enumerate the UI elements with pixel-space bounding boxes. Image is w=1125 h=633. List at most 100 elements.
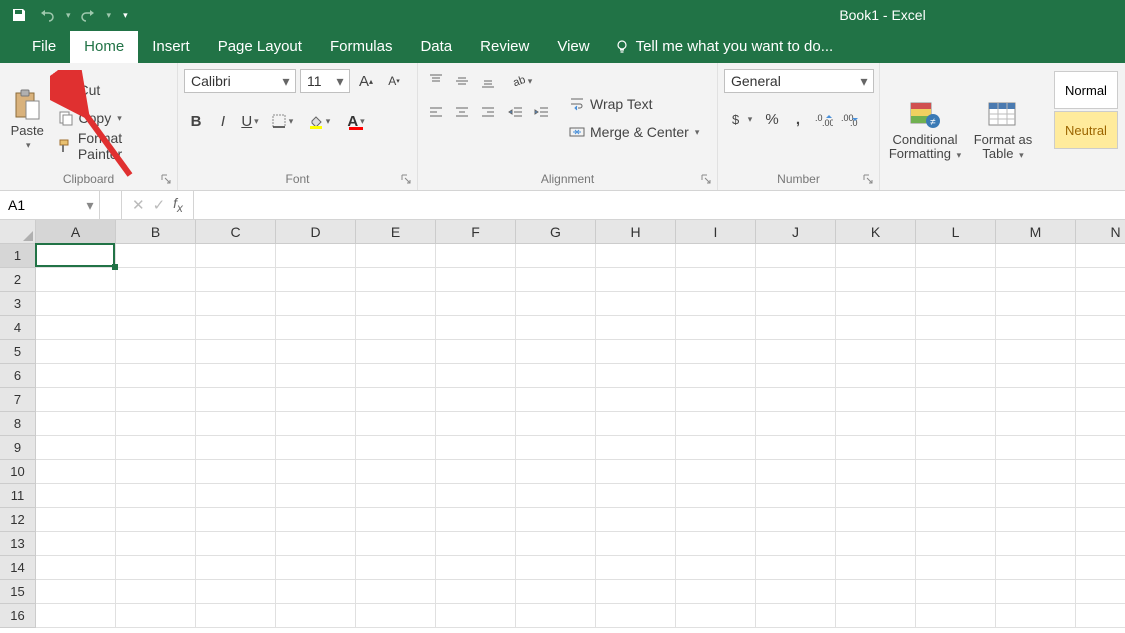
cell[interactable] — [196, 244, 276, 268]
cell[interactable] — [436, 604, 516, 628]
cell[interactable] — [276, 436, 356, 460]
cell[interactable] — [436, 364, 516, 388]
cell[interactable] — [676, 316, 756, 340]
cell[interactable] — [356, 580, 436, 604]
style-normal[interactable]: Normal — [1054, 71, 1118, 109]
cell[interactable] — [196, 412, 276, 436]
cell[interactable] — [1076, 460, 1125, 484]
cell[interactable] — [596, 556, 676, 580]
accounting-format-button[interactable]: $▾ — [724, 107, 758, 131]
cell[interactable] — [676, 532, 756, 556]
cell[interactable] — [516, 388, 596, 412]
cell[interactable] — [836, 556, 916, 580]
align-middle-button[interactable] — [450, 69, 474, 93]
align-top-button[interactable] — [424, 69, 448, 93]
column-header-J[interactable]: J — [756, 220, 836, 244]
cell[interactable] — [356, 436, 436, 460]
cell[interactable] — [996, 268, 1076, 292]
align-right-button[interactable] — [476, 101, 500, 125]
cell[interactable] — [516, 580, 596, 604]
cell[interactable] — [516, 460, 596, 484]
tab-home[interactable]: Home — [70, 31, 138, 63]
cell[interactable] — [516, 412, 596, 436]
cell[interactable] — [676, 460, 756, 484]
cell[interactable] — [596, 244, 676, 268]
cell[interactable] — [276, 412, 356, 436]
cell[interactable] — [756, 508, 836, 532]
name-box[interactable]: A1 ▾ — [0, 191, 100, 219]
cell[interactable] — [916, 484, 996, 508]
row-header-1[interactable]: 1 — [0, 244, 36, 268]
cell[interactable] — [1076, 340, 1125, 364]
cell[interactable] — [1076, 604, 1125, 628]
column-header-C[interactable]: C — [196, 220, 276, 244]
cell[interactable] — [36, 580, 116, 604]
cell[interactable] — [836, 412, 916, 436]
cell[interactable] — [116, 316, 196, 340]
cell[interactable] — [996, 412, 1076, 436]
italic-button[interactable]: I — [211, 109, 235, 133]
cell[interactable] — [356, 484, 436, 508]
cell[interactable] — [276, 460, 356, 484]
cell[interactable] — [196, 364, 276, 388]
cell[interactable] — [356, 268, 436, 292]
number-format-combo[interactable]: General▾ — [724, 69, 874, 93]
cell[interactable] — [276, 604, 356, 628]
cell[interactable] — [196, 436, 276, 460]
decrease-decimal-button[interactable]: .00.0 — [838, 107, 862, 131]
cell[interactable] — [356, 556, 436, 580]
conditional-formatting-button[interactable]: ≠ Conditional Formatting ▾ — [886, 67, 964, 190]
cell[interactable] — [836, 268, 916, 292]
cell[interactable] — [436, 388, 516, 412]
cell[interactable] — [916, 412, 996, 436]
align-left-button[interactable] — [424, 101, 448, 125]
cell[interactable] — [356, 532, 436, 556]
tab-data[interactable]: Data — [406, 31, 466, 63]
cell[interactable] — [436, 556, 516, 580]
cell[interactable] — [36, 484, 116, 508]
cell[interactable] — [196, 556, 276, 580]
bold-button[interactable]: B — [184, 109, 208, 133]
column-header-H[interactable]: H — [596, 220, 676, 244]
cell[interactable] — [996, 244, 1076, 268]
tab-file[interactable]: File — [18, 31, 70, 63]
cell[interactable] — [116, 580, 196, 604]
enter-formula-button[interactable]: ✓ — [153, 196, 166, 214]
row-header-2[interactable]: 2 — [0, 268, 36, 292]
font-name-combo[interactable]: Calibri▾ — [184, 69, 296, 93]
row-header-12[interactable]: 12 — [0, 508, 36, 532]
row-header-4[interactable]: 4 — [0, 316, 36, 340]
cell[interactable] — [356, 316, 436, 340]
decrease-indent-button[interactable] — [504, 101, 528, 125]
cell[interactable] — [116, 412, 196, 436]
cell[interactable] — [36, 556, 116, 580]
cell[interactable] — [436, 532, 516, 556]
cell[interactable] — [276, 364, 356, 388]
merge-center-button[interactable]: Merge & Center ▾ — [564, 119, 703, 145]
cell[interactable] — [756, 460, 836, 484]
cell[interactable] — [1076, 364, 1125, 388]
cell[interactable] — [276, 268, 356, 292]
font-color-button[interactable]: A ▾ — [339, 109, 373, 133]
row-header-10[interactable]: 10 — [0, 460, 36, 484]
cell[interactable] — [276, 340, 356, 364]
cell[interactable] — [196, 532, 276, 556]
cell[interactable] — [1076, 580, 1125, 604]
undo-button[interactable] — [36, 4, 58, 26]
tab-page-layout[interactable]: Page Layout — [204, 31, 316, 63]
font-launcher[interactable] — [399, 172, 413, 186]
row-header-15[interactable]: 15 — [0, 580, 36, 604]
cell[interactable] — [516, 436, 596, 460]
cell[interactable] — [676, 484, 756, 508]
cell[interactable] — [676, 436, 756, 460]
percent-button[interactable]: % — [760, 107, 784, 131]
cell[interactable] — [676, 244, 756, 268]
cut-button[interactable]: Cut — [53, 77, 171, 103]
cell[interactable] — [836, 484, 916, 508]
cell[interactable] — [276, 508, 356, 532]
cell[interactable] — [756, 364, 836, 388]
tab-view[interactable]: View — [543, 31, 603, 63]
cell[interactable] — [516, 532, 596, 556]
row-header-9[interactable]: 9 — [0, 436, 36, 460]
cell[interactable] — [116, 484, 196, 508]
